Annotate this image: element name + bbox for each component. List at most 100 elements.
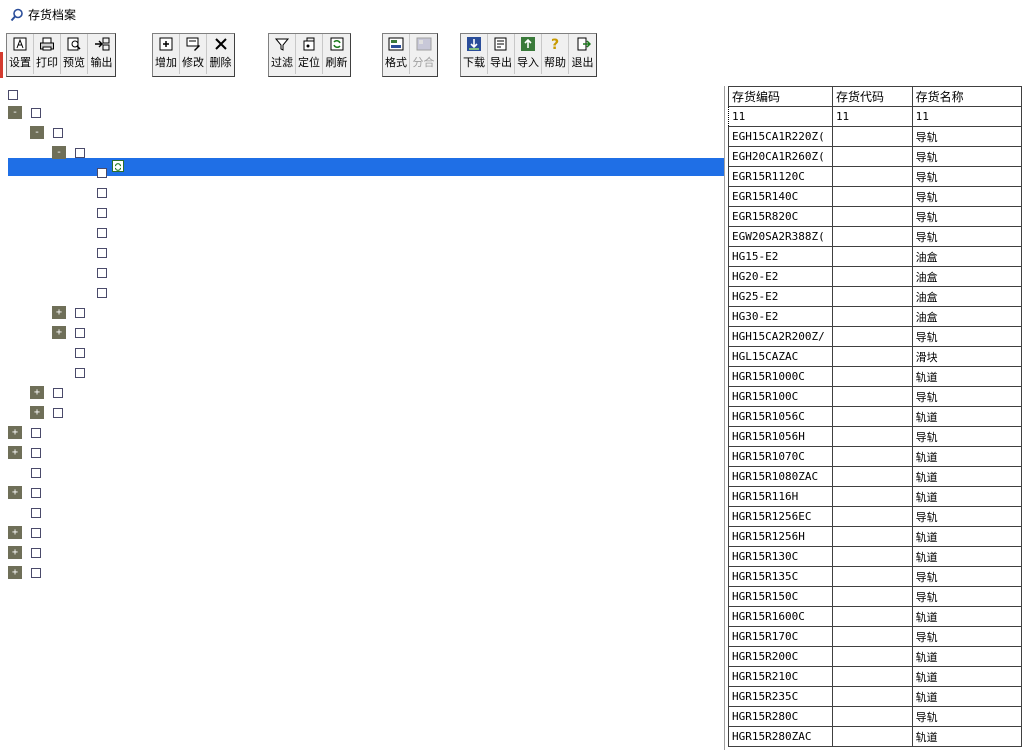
tree-node-checkbox[interactable]: [97, 248, 107, 258]
cell-name[interactable]: 轨道: [911, 546, 1022, 567]
table-row[interactable]: EGH20CA1R260Z(导轨: [728, 146, 1022, 167]
cell-alt-code[interactable]: [831, 166, 913, 187]
tree-expand-toggle[interactable]: +: [52, 306, 66, 319]
cell-code[interactable]: HGR15R1080ZAC: [728, 466, 833, 487]
cell-alt-code[interactable]: [831, 406, 913, 427]
cell-alt-code[interactable]: [831, 226, 913, 247]
cell-code[interactable]: HG15-E2: [728, 246, 833, 267]
tree-expand-toggle[interactable]: +: [8, 446, 22, 459]
cell-code[interactable]: HGH15CA2R200Z/: [728, 326, 833, 347]
cell-code[interactable]: EGH15CA1R220Z(: [728, 126, 833, 147]
cell-name[interactable]: 轨道: [911, 666, 1022, 687]
cell-name[interactable]: 导轨: [911, 566, 1022, 587]
cell-alt-code[interactable]: [831, 126, 913, 147]
help-button[interactable]: ? 帮助: [542, 34, 569, 74]
cell-name[interactable]: 导轨: [911, 186, 1022, 207]
cell-alt-code[interactable]: [831, 626, 913, 647]
cell-code[interactable]: HGR15R135C: [728, 566, 833, 587]
filter-button[interactable]: 过滤: [269, 34, 296, 74]
tree-expand-toggle[interactable]: +: [52, 326, 66, 339]
cell-name[interactable]: 导轨: [911, 506, 1022, 527]
cell-name[interactable]: 导轨: [911, 386, 1022, 407]
cell-alt-code[interactable]: [831, 526, 913, 547]
tree-node-checkbox[interactable]: [75, 328, 85, 338]
import-button[interactable]: 导入: [515, 34, 542, 74]
table-row[interactable]: HGR15R1070C 轨道: [728, 446, 1022, 467]
table-row[interactable]: EGR15R140C 导轨: [728, 186, 1022, 207]
cell-alt-code[interactable]: [831, 606, 913, 627]
column-header-alt-code[interactable]: 存货代码: [831, 86, 913, 107]
cell-alt-code[interactable]: [831, 146, 913, 167]
cell-name[interactable]: 导轨: [911, 326, 1022, 347]
table-row[interactable]: HGR15R1056H 导轨: [728, 426, 1022, 447]
tree-node-checkbox[interactable]: [31, 548, 41, 558]
cell-alt-code[interactable]: [831, 186, 913, 207]
cell-alt-code[interactable]: [831, 566, 913, 587]
cell-name[interactable]: 油盒: [911, 286, 1022, 307]
tree-node-checkbox[interactable]: [31, 108, 41, 118]
cell-alt-code[interactable]: [831, 266, 913, 287]
tree-node-checkbox[interactable]: [97, 208, 107, 218]
tree-node-checkbox[interactable]: [31, 428, 41, 438]
inventory-grid[interactable]: 存货编码 存货代码 存货名称 11 11 11 EGH15CA1R220Z(导轨 EGH…: [728, 86, 1022, 750]
tree-node-checkbox[interactable]: [75, 308, 85, 318]
table-row[interactable]: EGR15R820C 导轨: [728, 206, 1022, 227]
table-row[interactable]: HGR15R1056C 轨道: [728, 406, 1022, 427]
table-row[interactable]: EGR15R1120C 导轨: [728, 166, 1022, 187]
cell-alt-code[interactable]: [831, 726, 913, 747]
cell-code[interactable]: HGR15R235C: [728, 686, 833, 707]
cell-code[interactable]: EGR15R140C: [728, 186, 833, 207]
cell-alt-code[interactable]: [831, 586, 913, 607]
tree-node-checkbox[interactable]: [97, 188, 107, 198]
cell-code[interactable]: HGR15R1000C: [728, 366, 833, 387]
tree-expand-toggle[interactable]: +: [30, 406, 44, 419]
cell-name[interactable]: 11: [911, 106, 1022, 127]
column-header-code[interactable]: 存货编码: [728, 86, 833, 107]
cell-name[interactable]: 油盒: [911, 246, 1022, 267]
cell-name[interactable]: 导轨: [911, 146, 1022, 167]
tree-node-checkbox[interactable]: [8, 90, 18, 100]
cell-code[interactable]: HGL15CAZAC: [728, 346, 833, 367]
tree-expand-toggle[interactable]: +: [30, 386, 44, 399]
cell-alt-code[interactable]: [831, 386, 913, 407]
category-tree[interactable]: - - - + + + + + + + + + +: [0, 86, 725, 750]
cell-code[interactable]: HG30-E2: [728, 306, 833, 327]
cell-alt-code[interactable]: [831, 646, 913, 667]
table-row[interactable]: EGH15CA1R220Z(导轨: [728, 126, 1022, 147]
cell-name[interactable]: 轨道: [911, 466, 1022, 487]
cell-code[interactable]: EGR15R820C: [728, 206, 833, 227]
refresh-button[interactable]: 刷新: [323, 34, 350, 74]
cell-code[interactable]: HGR15R210C: [728, 666, 833, 687]
tree-collapse-toggle[interactable]: -: [30, 126, 44, 139]
table-row[interactable]: EGW20SA2R388Z(导轨: [728, 226, 1022, 247]
tree-node-checkbox[interactable]: [53, 388, 63, 398]
cell-alt-code[interactable]: [831, 206, 913, 227]
table-row[interactable]: HGR15R1000C 轨道: [728, 366, 1022, 387]
table-row[interactable]: HGR15R1600C 轨道: [728, 606, 1022, 627]
tree-node-checkbox[interactable]: [31, 468, 41, 478]
export-doc-button[interactable]: 导出: [488, 34, 515, 74]
table-row[interactable]: HGR15R100C 导轨: [728, 386, 1022, 407]
tree-expand-toggle[interactable]: +: [8, 426, 22, 439]
cell-name[interactable]: 油盒: [911, 266, 1022, 287]
tree-node-checkbox[interactable]: [31, 448, 41, 458]
table-row[interactable]: HGR15R135C 导轨: [728, 566, 1022, 587]
cell-name[interactable]: 滑块: [911, 346, 1022, 367]
cell-alt-code[interactable]: [831, 346, 913, 367]
cell-name[interactable]: 轨道: [911, 606, 1022, 627]
tree-node-checkbox[interactable]: [31, 568, 41, 578]
cell-alt-code[interactable]: [831, 506, 913, 527]
tree-node-checkbox[interactable]: [31, 528, 41, 538]
cell-code[interactable]: HGR15R1256EC: [728, 506, 833, 527]
cell-name[interactable]: 轨道: [911, 646, 1022, 667]
table-row[interactable]: HGR15R210C 轨道: [728, 666, 1022, 687]
cell-alt-code[interactable]: 11: [831, 106, 913, 127]
preview-button[interactable]: 预览: [61, 34, 88, 74]
table-row[interactable]: HGL15CAZAC 滑块: [728, 346, 1022, 367]
tree-node-checkbox[interactable]: [75, 148, 85, 158]
table-row[interactable]: 11 11 11: [728, 106, 1022, 127]
tree-collapse-toggle[interactable]: -: [52, 146, 66, 159]
cell-code[interactable]: HGR15R1056C: [728, 406, 833, 427]
cell-code[interactable]: HGR15R1256H: [728, 526, 833, 547]
cell-alt-code[interactable]: [831, 306, 913, 327]
